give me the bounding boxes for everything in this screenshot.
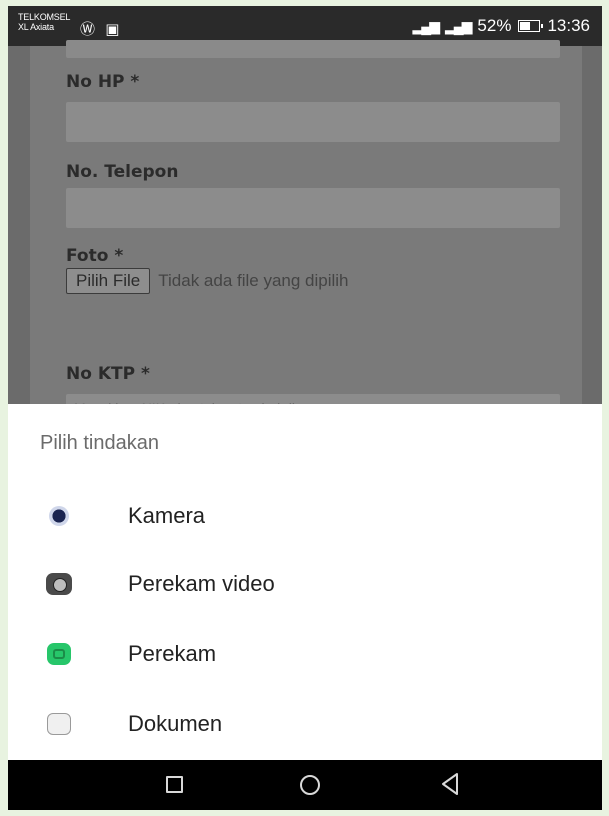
notification-icons: Ⓦ ▣ xyxy=(80,18,125,39)
battery-percent: 52% xyxy=(477,16,512,35)
home-circle-icon[interactable] xyxy=(300,775,320,795)
web-form-dimmed: No HP * No. Telepon Foto * Pilih File Ti… xyxy=(30,40,582,434)
no-ktp-label: No KTP * xyxy=(66,364,150,384)
battery-icon xyxy=(518,20,544,32)
status-right: ▂▄▆ ▂▄▆ 52% 13:36 xyxy=(413,16,590,36)
no-hp-input[interactable] xyxy=(66,102,560,142)
option-dokumen[interactable]: Dokumen xyxy=(8,692,602,756)
signal-icon: ▂▄▆ xyxy=(444,17,472,34)
choose-file-button[interactable]: Pilih File xyxy=(66,268,151,294)
no-telepon-input[interactable] xyxy=(66,188,560,228)
option-label: Perekam video xyxy=(128,571,275,596)
option-perekam[interactable]: Perekam xyxy=(8,622,602,686)
carrier-info: TELKOMSEL XL Axiata xyxy=(18,12,70,32)
phone-screen: TELKOMSEL XL Axiata Ⓦ ▣ ▂▄▆ ▂▄▆ 52% 13:3… xyxy=(8,6,602,810)
signal-4g-icon: ▂▄▆ xyxy=(412,17,440,34)
documents-icon xyxy=(46,711,72,737)
sound-recorder-icon xyxy=(46,641,72,667)
carrier-secondary: XL Axiata xyxy=(18,22,54,32)
option-label: Kamera xyxy=(128,503,206,528)
file-picker: Pilih File Tidak ada file yang dipilih xyxy=(66,268,349,294)
no-hp-label: No HP * xyxy=(66,72,140,92)
file-status: Tidak ada file yang dipilih xyxy=(158,271,349,290)
option-label: Dokumen xyxy=(128,711,223,736)
whatsapp-icon: Ⓦ xyxy=(80,21,96,38)
image-icon: ▣ xyxy=(105,21,120,38)
option-perekam-video[interactable]: Perekam video xyxy=(8,552,602,616)
action-chooser-sheet: Pilih tindakan Kamera Perekam video Pere… xyxy=(8,404,602,760)
video-recorder-icon xyxy=(46,571,72,597)
sheet-title: Pilih tindakan xyxy=(40,432,159,454)
option-kamera[interactable]: Kamera xyxy=(8,484,602,548)
navigation-bar xyxy=(8,760,602,810)
recents-square-icon[interactable] xyxy=(166,776,183,793)
foto-label: Foto * xyxy=(66,246,124,266)
option-label: Perekam xyxy=(128,641,217,666)
clock: 13:36 xyxy=(547,16,590,35)
no-telepon-label: No. Telepon xyxy=(66,162,179,182)
previous-field xyxy=(66,40,560,58)
carrier-primary: TELKOMSEL xyxy=(18,12,71,22)
camera-icon xyxy=(46,503,72,529)
